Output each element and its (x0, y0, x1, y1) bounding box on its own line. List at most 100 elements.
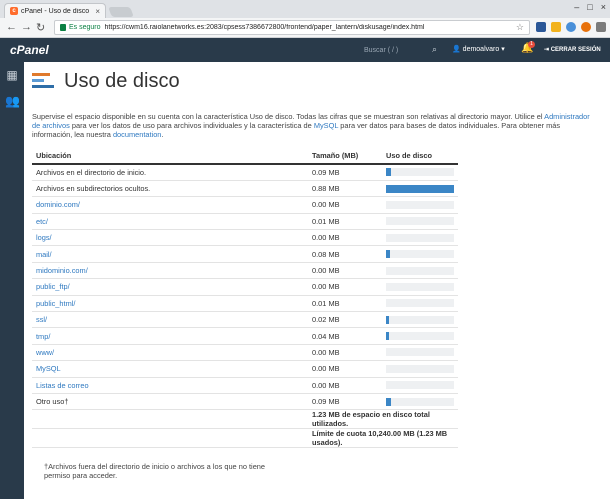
usage-bar (386, 348, 454, 357)
extension-icon-3[interactable] (566, 22, 576, 32)
size-cell: 0.88 MB (308, 180, 382, 198)
location-cell[interactable]: tmp/ (32, 327, 308, 345)
table-row: Archivos en el directorio de inicio. 0.09… (32, 164, 458, 181)
location-cell[interactable]: MySQL (32, 360, 308, 378)
desc-text-1: Supervise el espacio disponible en su cu… (32, 112, 545, 121)
location-cell[interactable]: public_ftp/ (32, 278, 308, 296)
usage-bar (386, 299, 454, 308)
location-cell[interactable]: mail/ (32, 245, 308, 263)
size-cell: 0.00 MB (308, 262, 382, 280)
bookmark-star-icon[interactable]: ☆ (516, 22, 524, 33)
header-usage[interactable]: Uso de disco (382, 148, 458, 165)
usage-bar (386, 397, 454, 406)
table-row: www/0.00 MB (32, 344, 458, 362)
logout-button[interactable]: ⇥ CERRAR SESIÓN (544, 46, 601, 53)
table-row: Otro uso† 0.09 MB (32, 393, 458, 411)
location-cell[interactable]: logs/ (32, 229, 308, 247)
desc-text-4: . (161, 130, 164, 139)
table-row: public_html/0.01 MB (32, 295, 458, 313)
usage-cell (382, 377, 458, 394)
usage-bar-fill (386, 168, 391, 177)
table-header-row: Ubicación Tamaño (MB) Uso de disco (32, 148, 458, 165)
usage-bar-fill (386, 315, 389, 324)
size-cell: 0.09 MB (308, 164, 382, 181)
user-menu[interactable]: 👤 demoalvaro ▾ (452, 45, 505, 53)
usage-cell (382, 295, 458, 313)
notification-badge: 1 (528, 41, 535, 48)
summary-total-row: 1.23 MB de espacio en disco total utiliz… (32, 409, 458, 430)
mysql-link[interactable]: MySQL (314, 121, 338, 130)
usage-bar (386, 282, 454, 291)
size-cell: 0.02 MB (308, 311, 382, 329)
close-window-icon[interactable]: × (601, 2, 606, 12)
username: demoalvaro (462, 46, 500, 53)
documentation-link[interactable]: documentation (113, 130, 161, 139)
cpanel-logo[interactable]: cPanel (10, 43, 49, 57)
usage-bar-fill (386, 184, 454, 193)
summary-quota-row: Límite de cuota 10,240.00 MB (1.23 MB us… (32, 428, 458, 449)
menu-icon[interactable] (596, 22, 606, 32)
usage-bar-fill (386, 250, 391, 259)
extension-icon-1[interactable] (536, 22, 546, 32)
location-cell[interactable]: etc/ (32, 213, 308, 231)
location-cell: Archivos en subdirectorios ocultos. (32, 180, 308, 198)
back-icon[interactable]: ← (6, 21, 17, 33)
usage-bar-fill (386, 397, 391, 406)
size-cell: 0.04 MB (308, 327, 382, 345)
location-cell[interactable]: Listas de correo (32, 377, 308, 394)
table-row: MySQL 0.00 MB (32, 360, 458, 378)
size-cell: 0.00 MB (308, 229, 382, 247)
size-cell: 0.00 MB (308, 360, 382, 378)
usage-cell (382, 393, 458, 411)
header-location[interactable]: Ubicación (32, 148, 308, 165)
browser-tab[interactable]: c cPanel - Uso de disco × (4, 3, 106, 18)
location-cell[interactable]: www/ (32, 344, 308, 362)
search-input[interactable]: Buscar ( / ) (364, 44, 438, 56)
users-icon[interactable]: 👥 (5, 94, 20, 108)
table-row: mail/0.08 MB (32, 245, 458, 263)
extension-icon-4[interactable] (581, 22, 591, 32)
table-row: etc/0.01 MB (32, 213, 458, 231)
size-cell: 0.00 MB (308, 377, 382, 394)
size-cell: 0.01 MB (308, 295, 382, 313)
usage-cell (382, 311, 458, 329)
location-cell[interactable]: public_html/ (32, 295, 308, 313)
usage-cell (382, 262, 458, 280)
sidebar: ▦ 👥 (0, 62, 24, 499)
maximize-icon[interactable]: □ (587, 2, 592, 12)
header-size[interactable]: Tamaño (MB) (308, 148, 382, 165)
usage-cell (382, 213, 458, 231)
table-row: Listas de correo 0.00 MB (32, 377, 458, 394)
usage-bar-fill (386, 332, 389, 341)
page-header: Uso de disco (32, 70, 180, 93)
page-title: Uso de disco (64, 70, 180, 92)
tab-title: cPanel - Uso de disco (21, 7, 90, 15)
logout-label: CERRAR SESIÓN (550, 47, 601, 53)
browser-tabbar: c cPanel - Uso de disco × – □ × (0, 0, 610, 18)
lock-icon (60, 24, 66, 31)
table-row: tmp/0.04 MB (32, 327, 458, 345)
extension-icon-2[interactable] (551, 22, 561, 32)
location-cell[interactable]: midominio.com/ (32, 262, 308, 280)
usage-cell (382, 327, 458, 345)
size-cell: 0.00 MB (308, 344, 382, 362)
usage-cell (382, 164, 458, 181)
usage-cell (382, 196, 458, 214)
usage-bar (386, 217, 454, 226)
reload-icon[interactable]: ↻ (36, 21, 45, 34)
secure-label: Es seguro (69, 24, 101, 31)
forward-icon[interactable]: → (21, 21, 32, 33)
disk-usage-icon (32, 71, 58, 93)
location-cell[interactable]: dominio.com/ (32, 196, 308, 214)
table-row: midominio.com/0.00 MB (32, 262, 458, 280)
tab-close-icon[interactable]: × (95, 7, 100, 16)
location-cell[interactable]: ssl/ (32, 311, 308, 329)
grid-icon[interactable]: ▦ (5, 68, 19, 82)
size-cell: 0.00 MB (308, 278, 382, 296)
minimize-icon[interactable]: – (574, 2, 579, 12)
table-row: Archivos en subdirectorios ocultos. 0.88 … (32, 180, 458, 198)
cpanel-header: cPanel Buscar ( / ) ⌕ 👤 demoalvaro ▾ 🔔 1… (0, 38, 610, 62)
url-bar[interactable]: Es seguro https://cwm16.raiolanetworks.e… (54, 20, 530, 35)
search-icon[interactable]: ⌕ (432, 44, 437, 55)
new-tab-button[interactable] (108, 7, 134, 17)
